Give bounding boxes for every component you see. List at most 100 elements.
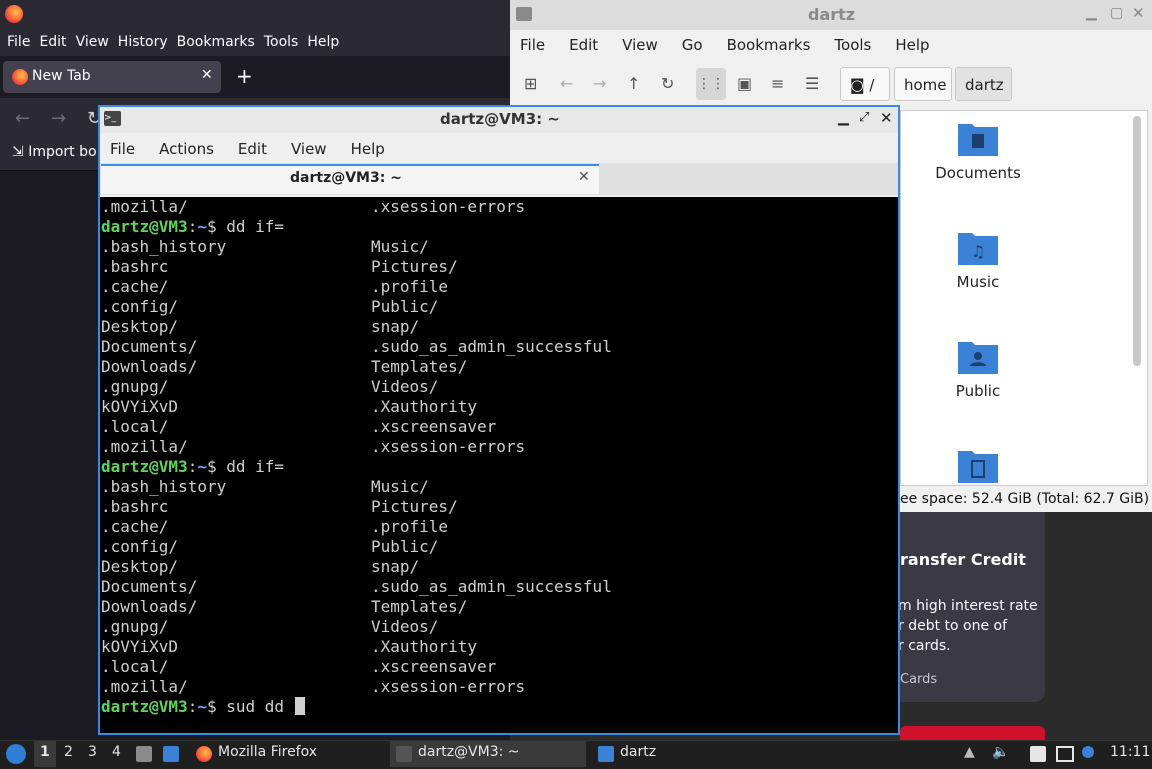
minimize-icon[interactable]: ▁ bbox=[838, 110, 849, 126]
workspace-1[interactable]: 1 bbox=[40, 744, 50, 760]
task-file-manager[interactable] bbox=[592, 741, 772, 767]
file-item-music[interactable]: Music bbox=[908, 273, 1048, 291]
ff-menu-bookmarks[interactable]: Bookmarks bbox=[177, 34, 255, 50]
ff-menu-edit[interactable]: Edit bbox=[39, 34, 66, 50]
prompt-user: dartz@VM3 bbox=[101, 457, 188, 476]
clipboard-icon[interactable] bbox=[1030, 746, 1046, 762]
ls-entry: .gnupg/ bbox=[101, 377, 169, 396]
fm-menu-tools[interactable]: Tools bbox=[834, 36, 871, 54]
fm-menu-go[interactable]: Go bbox=[682, 36, 703, 54]
firefox-titlebar bbox=[0, 0, 510, 28]
reload-icon[interactable]: ↻ bbox=[661, 74, 674, 93]
ls-entry: Pictures/ bbox=[371, 257, 458, 276]
ff-menu-tools[interactable]: Tools bbox=[264, 34, 299, 50]
ff-menu-history[interactable]: History bbox=[118, 34, 168, 50]
file-manager-status: ee space: 52.4 GiB (Total: 62.7 GiB) bbox=[900, 486, 1152, 512]
prompt-separator: : bbox=[187, 457, 198, 476]
file-item-public[interactable]: Public bbox=[908, 382, 1048, 400]
import-bookmarks-button[interactable]: ⇲ Import bo bbox=[12, 144, 97, 160]
ls-entry: Videos/ bbox=[371, 617, 439, 636]
firefox-new-tab-button[interactable]: + bbox=[236, 64, 253, 88]
forward-arrow-icon[interactable]: → bbox=[593, 74, 606, 93]
new-tab-icon[interactable]: ⊞ bbox=[524, 74, 537, 93]
terminal-output-line: kOVYiXvD .Xauthority bbox=[101, 397, 477, 417]
back-arrow-icon[interactable]: ← bbox=[560, 74, 573, 93]
prompt-separator: : bbox=[187, 217, 198, 236]
breadcrumb-root[interactable]: ◙ / bbox=[840, 67, 890, 101]
ls-entry: Public/ bbox=[371, 537, 439, 556]
maximize-icon[interactable]: ▢ bbox=[1110, 5, 1123, 21]
workspace-4[interactable]: 4 bbox=[112, 744, 121, 760]
firefox-tab-close-icon[interactable]: ✕ bbox=[201, 67, 213, 83]
term-menu-view[interactable]: View bbox=[291, 140, 327, 158]
term-menu-edit[interactable]: Edit bbox=[238, 140, 267, 158]
workspace-2[interactable]: 2 bbox=[64, 744, 73, 760]
terminal-icon: >_ bbox=[104, 111, 121, 126]
compact-view-icon[interactable]: ≡ bbox=[771, 74, 784, 93]
prompt-dollar: $ bbox=[206, 697, 217, 716]
file-view-scrollbar[interactable] bbox=[1133, 116, 1141, 366]
ls-entry: Downloads/ bbox=[101, 597, 198, 616]
file-item-documents[interactable]: Documents bbox=[908, 164, 1048, 182]
fm-menu-view[interactable]: View bbox=[622, 36, 658, 54]
terminal-menubar: File Actions Edit View Help bbox=[100, 135, 898, 163]
terminal-tab-close-icon[interactable]: ✕ bbox=[578, 169, 590, 185]
icon-view-icon[interactable]: ⋮⋮ bbox=[696, 68, 726, 100]
terminal-output-line: Documents/ .sudo_as_admin_successful bbox=[101, 577, 612, 597]
back-arrow-icon[interactable]: ← bbox=[15, 108, 30, 129]
terminal-output-line: Desktop/snap/ bbox=[101, 317, 419, 337]
notification-icon[interactable] bbox=[1082, 746, 1094, 758]
ls-entry: snap/ bbox=[371, 317, 420, 336]
terminal-output-line: Downloads/Templates/ bbox=[101, 357, 467, 377]
folder-icon bbox=[516, 7, 532, 21]
terminal-output-line: .cache/ .profile bbox=[101, 517, 448, 537]
terminal-title: dartz@VM3: ~ bbox=[440, 110, 560, 128]
ls-entry: .xsession-errors bbox=[371, 197, 526, 216]
close-icon[interactable]: ✕ bbox=[1132, 4, 1145, 22]
folder-task-icon bbox=[598, 746, 614, 762]
detailed-view-icon[interactable]: ☰ bbox=[805, 74, 819, 93]
close-icon[interactable]: ✕ bbox=[880, 109, 893, 127]
forward-arrow-icon[interactable]: → bbox=[51, 108, 66, 129]
clock[interactable]: 11:11 bbox=[1110, 744, 1150, 760]
breadcrumb-dartz[interactable]: dartz bbox=[955, 67, 1012, 101]
svg-text:♫: ♫ bbox=[971, 242, 985, 261]
workspace-3[interactable]: 3 bbox=[88, 744, 97, 760]
ls-entry: snap/ bbox=[371, 557, 420, 576]
breadcrumb-home[interactable]: home bbox=[894, 67, 952, 101]
fm-menu-file[interactable]: File bbox=[520, 36, 545, 54]
fm-menu-bookmarks[interactable]: Bookmarks bbox=[727, 36, 811, 54]
fm-menu-edit[interactable]: Edit bbox=[569, 36, 598, 54]
terminal-output-line: .cache/ .profile bbox=[101, 277, 448, 297]
thumbnail-view-icon[interactable]: ▣ bbox=[737, 74, 752, 93]
terminal-output[interactable]: .mozilla/.xsession-errors dartz@VM3:~$ dd… bbox=[100, 197, 898, 733]
term-menu-actions[interactable]: Actions bbox=[159, 140, 214, 158]
templates-folder-icon[interactable] bbox=[958, 447, 998, 483]
prompt-path: ~ bbox=[197, 697, 207, 716]
start-menu-icon[interactable] bbox=[6, 744, 26, 764]
promo-card-link[interactable]: Cards bbox=[900, 672, 937, 687]
file-manager-launcher-icon[interactable] bbox=[163, 746, 179, 762]
up-arrow-icon[interactable]: ↑ bbox=[627, 74, 640, 93]
maximize-icon[interactable]: ⤢ bbox=[859, 110, 869, 125]
fm-menu-help[interactable]: Help bbox=[895, 36, 929, 54]
show-desktop-icon[interactable] bbox=[136, 746, 152, 762]
minimize-icon[interactable]: ▁ bbox=[1086, 5, 1097, 21]
term-menu-help[interactable]: Help bbox=[351, 140, 385, 158]
tray-updates-icon[interactable]: ▲ bbox=[964, 744, 975, 760]
documents-folder-icon[interactable] bbox=[958, 120, 998, 156]
public-folder-icon[interactable] bbox=[958, 338, 998, 374]
music-folder-icon[interactable]: ♫ bbox=[958, 229, 998, 265]
terminal-prompt-line: dartz@VM3:~$ dd if= bbox=[101, 217, 305, 237]
ff-menu-file[interactable]: File bbox=[7, 34, 30, 50]
terminal-cursor bbox=[294, 697, 305, 715]
ff-menu-view[interactable]: View bbox=[76, 34, 109, 50]
ls-entry: Templates/ bbox=[371, 597, 468, 616]
ff-menu-help[interactable]: Help bbox=[307, 34, 339, 50]
ls-entry: .bash_history bbox=[101, 237, 227, 256]
volume-icon[interactable]: 🔈 bbox=[992, 744, 1009, 760]
network-icon[interactable] bbox=[1056, 746, 1074, 762]
ls-entry: kOVYiXvD bbox=[101, 637, 179, 656]
term-menu-file[interactable]: File bbox=[110, 140, 135, 158]
terminal-output-line: Documents/ .sudo_as_admin_successful bbox=[101, 337, 612, 357]
